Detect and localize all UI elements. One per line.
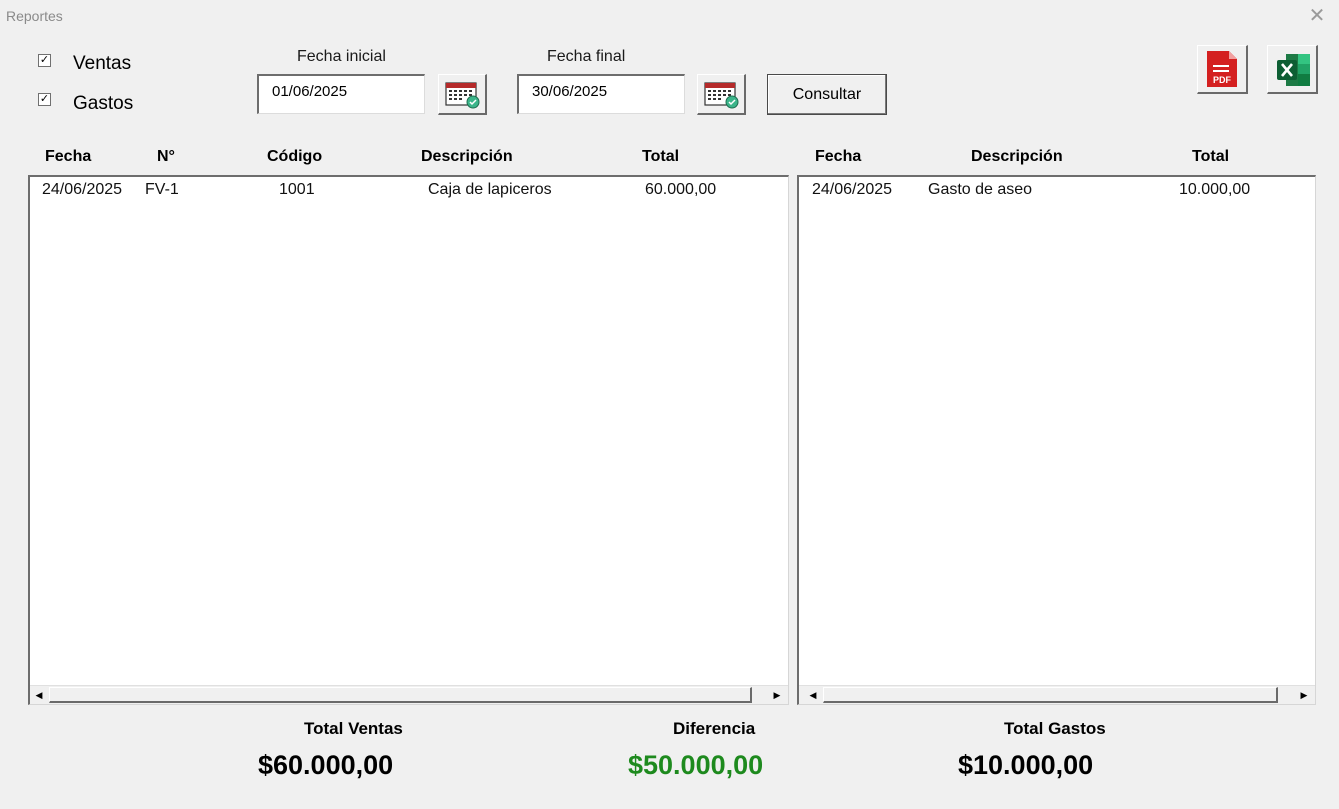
checkmark-icon: ✓: [39, 93, 50, 105]
gastos-label: Gastos: [73, 93, 134, 114]
ventas-list[interactable]: 24/06/2025 FV-1 1001 Caja de lapiceros 6…: [28, 175, 789, 705]
total-gastos-value: $10.000,00: [958, 750, 1094, 780]
gastos-header-total: Total: [1192, 148, 1230, 165]
ventas-checkbox[interactable]: ✓: [38, 54, 51, 67]
diferencia-value: $50.000,00: [628, 750, 764, 780]
end-date-field[interactable]: 30/06/2025: [517, 74, 685, 114]
ventas-header-codigo: Código: [267, 148, 323, 165]
ventas-cell-codigo: 1001: [279, 181, 315, 198]
end-date-calendar-button[interactable]: [697, 74, 746, 115]
close-icon[interactable]: ✕: [1300, 3, 1334, 29]
gastos-header-fecha: Fecha: [815, 148, 862, 165]
ventas-cell-numero: FV-1: [145, 181, 179, 198]
gastos-cell-total: 10.000,00: [1179, 181, 1251, 198]
gastos-list[interactable]: 24/06/2025 Gasto de aseo 10.000,00 ◀ ▶: [797, 175, 1316, 705]
scrollbar-thumb[interactable]: [823, 687, 1278, 703]
ventas-cell-total: 60.000,00: [645, 181, 717, 198]
table-row[interactable]: 24/06/2025 Gasto de aseo 10.000,00: [799, 177, 1314, 203]
table-row[interactable]: 24/06/2025 FV-1 1001 Caja de lapiceros 6…: [30, 177, 787, 203]
scroll-left-icon[interactable]: ◀: [30, 686, 48, 704]
calendar-icon: [445, 82, 480, 109]
scroll-right-icon[interactable]: ▶: [768, 686, 786, 704]
gastos-header-descripcion: Descripción: [971, 148, 1063, 165]
total-ventas-label: Total Ventas: [304, 719, 403, 738]
diferencia-label: Diferencia: [673, 719, 756, 738]
consult-button[interactable]: Consultar: [767, 74, 887, 115]
total-gastos-label: Total Gastos: [1004, 719, 1106, 738]
checkmark-icon: ✓: [39, 54, 50, 66]
export-pdf-button[interactable]: PDF: [1197, 45, 1248, 94]
ventas-header-descripcion: Descripción: [421, 148, 513, 165]
scroll-right-icon[interactable]: ▶: [1295, 686, 1313, 704]
gastos-cell-fecha: 24/06/2025: [812, 181, 893, 198]
pdf-icon: PDF: [1207, 51, 1237, 87]
ventas-header-total: Total: [642, 148, 680, 165]
gastos-cell-descripcion: Gasto de aseo: [928, 181, 1033, 198]
ventas-label: Ventas: [73, 53, 132, 74]
excel-icon: [1277, 54, 1310, 86]
gastos-horizontal-scrollbar[interactable]: ◀ ▶: [799, 685, 1315, 704]
start-date-label: Fecha inicial: [297, 48, 386, 65]
window-title: Reportes: [6, 8, 63, 24]
pdf-icon-label: PDF: [1213, 75, 1232, 85]
scroll-left-icon[interactable]: ◀: [804, 686, 822, 704]
ventas-horizontal-scrollbar[interactable]: ◀ ▶: [30, 685, 788, 704]
end-date-label: Fecha final: [547, 48, 626, 65]
start-date-calendar-button[interactable]: [438, 74, 487, 115]
title-bar: Reportes ✕: [0, 0, 1339, 34]
ventas-cell-descripcion: Caja de lapiceros: [428, 181, 552, 198]
ventas-cell-fecha: 24/06/2025: [42, 181, 123, 198]
ventas-header-fecha: Fecha: [45, 148, 92, 165]
total-ventas-value: $60.000,00: [258, 750, 394, 780]
export-excel-button[interactable]: [1267, 45, 1318, 94]
scrollbar-thumb[interactable]: [49, 687, 752, 703]
gastos-checkbox[interactable]: ✓: [38, 93, 51, 106]
calendar-icon: [704, 82, 739, 109]
ventas-header-numero: N°: [157, 148, 175, 165]
start-date-field[interactable]: 01/06/2025: [257, 74, 425, 114]
